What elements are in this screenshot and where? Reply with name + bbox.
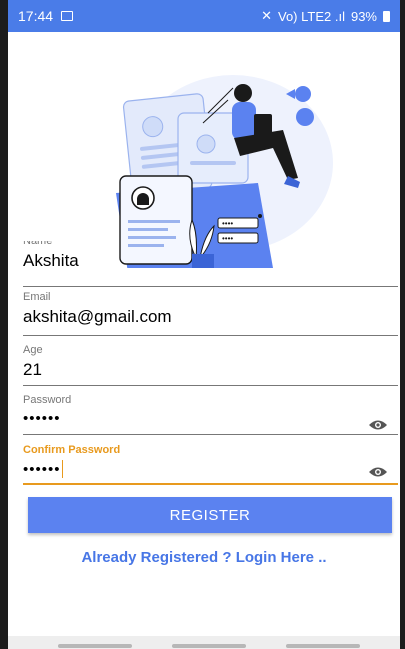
name-underline bbox=[23, 286, 398, 287]
text-cursor bbox=[61, 460, 64, 478]
toggle-password-visibility-icon[interactable] bbox=[368, 419, 388, 431]
nav-recents-button[interactable] bbox=[58, 644, 132, 648]
status-time: 17:44 bbox=[18, 8, 54, 24]
age-label: Age bbox=[23, 344, 43, 356]
password-value: •••••• bbox=[23, 410, 61, 427]
phone-frame: 17:44 ✕ Vo) LTE2 .ıl 93% •••• •••• Name … bbox=[0, 0, 405, 649]
name-value: Akshita bbox=[23, 251, 79, 270]
email-underline bbox=[23, 335, 398, 336]
email-label: Email bbox=[23, 291, 51, 303]
email-field[interactable]: Email akshita@gmail.com bbox=[23, 291, 398, 336]
status-bar: 17:44 ✕ Vo) LTE2 .ıl 93% bbox=[8, 0, 400, 32]
system-navigation-bar bbox=[8, 636, 400, 649]
nav-home-button[interactable] bbox=[172, 644, 246, 648]
confirm-password-value: •••••• bbox=[23, 460, 61, 478]
battery-icon bbox=[383, 10, 390, 22]
password-field[interactable]: Password •••••• bbox=[23, 394, 398, 435]
email-value: akshita@gmail.com bbox=[23, 307, 172, 326]
login-link[interactable]: Already Registered ? Login Here .. bbox=[8, 549, 400, 566]
register-screen: •••• •••• Name Akshita Email akshita@gma… bbox=[8, 32, 400, 649]
toggle-confirm-password-visibility-icon[interactable] bbox=[368, 466, 388, 478]
password-underline bbox=[23, 434, 398, 435]
battery-level: 93% bbox=[350, 8, 377, 24]
confirm-password-label: Confirm Password bbox=[23, 444, 121, 456]
gallery-notification-icon bbox=[61, 11, 74, 21]
age-field[interactable]: Age 21 bbox=[23, 344, 398, 386]
password-label: Password bbox=[23, 394, 72, 406]
nav-back-button[interactable] bbox=[286, 644, 360, 648]
register-button[interactable]: REGISTER bbox=[28, 497, 392, 533]
registration-illustration: •••• •••• bbox=[116, 75, 333, 268]
network-status: Vo) LTE2 .ıl bbox=[278, 8, 345, 24]
mute-icon: ✕ bbox=[261, 8, 272, 23]
age-value: 21 bbox=[23, 360, 42, 379]
name-field[interactable]: Name Akshita bbox=[23, 241, 398, 287]
svg-text:••••: •••• bbox=[222, 219, 233, 228]
confirm-password-field[interactable]: Confirm Password •••••• bbox=[23, 444, 398, 485]
name-label: Name bbox=[23, 241, 53, 247]
age-underline bbox=[23, 385, 398, 386]
confirm-password-underline bbox=[23, 483, 398, 485]
